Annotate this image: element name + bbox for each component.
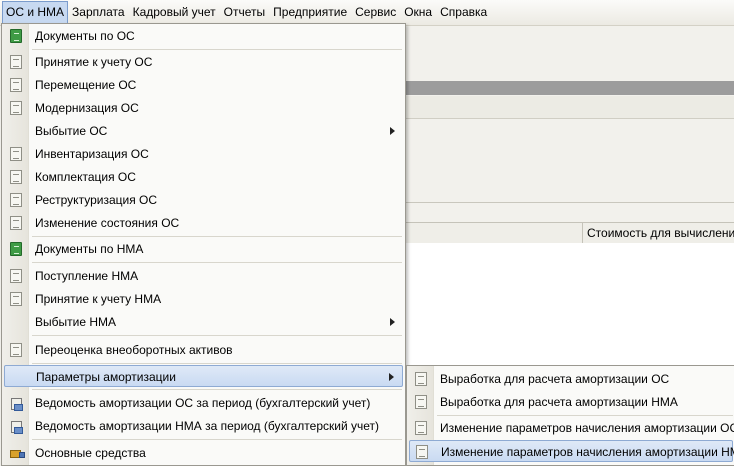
menu-item-nma-documents[interactable]: Документы по НМА (4, 238, 403, 260)
menubar-item-windows[interactable]: Окна (400, 0, 436, 25)
submenu-arrow-icon (390, 127, 395, 135)
menu-item-os-state-change[interactable]: Изменение состояния ОС (4, 212, 403, 234)
menu-item-label: Комплектация ОС (35, 170, 136, 184)
menu-item-os-inventory[interactable]: Инвентаризация ОС (4, 143, 403, 165)
menu-item-os-disposal[interactable]: Выбытие ОС (4, 120, 403, 142)
report-icon (10, 396, 23, 411)
menu-item-label: Ведомость амортизации ОС за период (бухг… (35, 396, 371, 410)
document-icon (10, 292, 22, 306)
menu-item-nma-depreciation-report[interactable]: Ведомость амортизации НМА за период (бух… (4, 415, 403, 437)
document-icon (10, 170, 22, 184)
submenu-item-os-param-change[interactable]: Изменение параметров начисления амортиза… (409, 417, 734, 439)
menu-item-label: Параметры амортизации (36, 370, 176, 384)
menu-item-depreciation-params[interactable]: Параметры амортизации (4, 365, 403, 387)
menu-item-label: Переоценка внеоборотных активов (35, 343, 233, 357)
menu-item-label: Реструктуризация ОС (35, 193, 158, 207)
menu-item-label: Модернизация ОС (35, 101, 139, 115)
menu-item-label: Основные средства (35, 446, 146, 460)
table-header: Стоимость для вычисления а (406, 222, 734, 244)
menu-item-label: Выработка для расчета амортизации ОС (440, 372, 670, 386)
menu-item-os-transfer[interactable]: Перемещение ОС (4, 74, 403, 96)
document-icon (10, 55, 22, 69)
menu-separator (437, 415, 733, 416)
menu-separator (32, 389, 402, 390)
menubar-item-os-nma[interactable]: ОС и НМА (2, 1, 69, 24)
menu-item-label: Выработка для расчета амортизации НМА (440, 395, 678, 409)
menu-item-os-documents[interactable]: Документы по ОС (4, 25, 403, 47)
menu-item-label: Инвентаризация ОС (35, 147, 149, 161)
menu-item-os-acceptance[interactable]: Принятие к учету ОС (4, 51, 403, 73)
menu-item-nma-disposal[interactable]: Выбытие НМА (4, 311, 403, 333)
submenu-arrow-icon (389, 373, 394, 381)
menu-item-label: Изменение состояния ОС (35, 216, 180, 230)
menu-separator (32, 262, 402, 263)
menubar-item-help[interactable]: Справка (436, 0, 491, 25)
document-icon (415, 372, 427, 386)
document-icon (10, 193, 22, 207)
document-icon (10, 78, 22, 92)
document-icon (10, 147, 22, 161)
menu-item-os-modernization[interactable]: Модернизация ОС (4, 97, 403, 119)
table-column-separator (582, 223, 583, 243)
menu-item-label: Документы по ОС (35, 29, 135, 43)
menu-separator (32, 236, 402, 237)
green-book-icon (10, 29, 22, 43)
menu-item-os-assembly[interactable]: Комплектация ОС (4, 166, 403, 188)
menu-item-label: Изменение параметров начисления амортиза… (440, 421, 734, 435)
menubar-item-enterprise[interactable]: Предприятие (269, 0, 351, 25)
menu-item-nma-receipt[interactable]: Поступление НМА (4, 265, 403, 287)
submenu-item-nma-output[interactable]: Выработка для расчета амортизации НМА (409, 391, 733, 413)
depreciation-params-submenu: Выработка для расчета амортизации ОС Выр… (406, 365, 734, 466)
submenu-item-os-output[interactable]: Выработка для расчета амортизации ОС (409, 368, 733, 390)
menubar-item-service[interactable]: Сервис (351, 0, 400, 25)
table-column-header-cost[interactable]: Стоимость для вычисления а (587, 226, 734, 240)
toolbar-band (406, 96, 734, 119)
menubar-item-hr[interactable]: Кадровый учет (129, 0, 220, 25)
menu-item-label: Принятие к учету ОС (35, 55, 153, 69)
submenu-arrow-icon (390, 318, 395, 326)
document-icon (416, 445, 428, 459)
green-book-icon (10, 242, 22, 256)
menu-item-label: Выбытие НМА (35, 315, 116, 329)
menu-item-nma-acceptance[interactable]: Принятие к учету НМА (4, 288, 403, 310)
menu-separator (32, 49, 402, 50)
document-icon (10, 269, 22, 283)
document-icon (10, 216, 22, 230)
report-icon (10, 419, 23, 434)
form-divider (406, 202, 734, 203)
menu-item-label: Изменение параметров начисления амортиза… (441, 445, 734, 459)
menu-separator (32, 335, 402, 336)
menu-item-label: Ведомость амортизации НМА за период (бух… (35, 419, 380, 433)
menu-item-fixed-assets[interactable]: Основные средства (4, 442, 403, 464)
menu-item-label: Принятие к учету НМА (35, 292, 162, 306)
menu-item-label: Документы по НМА (35, 242, 144, 256)
menubar-item-salary[interactable]: Зарплата (68, 0, 129, 25)
document-icon (415, 395, 427, 409)
truck-icon (10, 446, 25, 460)
menu-item-os-restructuring[interactable]: Реструктуризация ОС (4, 189, 403, 211)
menu-item-label: Поступление НМА (35, 269, 139, 283)
menu-item-label: Выбытие ОС (35, 124, 108, 138)
document-icon (10, 343, 22, 357)
menu-item-label: Перемещение ОС (35, 78, 137, 92)
menu-separator (32, 363, 402, 364)
menu-separator (32, 439, 402, 440)
menu-item-revaluation[interactable]: Переоценка внеоборотных активов (4, 339, 403, 361)
menubar-item-reports[interactable]: Отчеты (220, 0, 269, 25)
document-icon (415, 421, 427, 435)
window-title-band (406, 81, 734, 95)
submenu-item-nma-param-change[interactable]: Изменение параметров начисления амортиза… (409, 440, 734, 462)
document-icon (10, 101, 22, 115)
menu-item-os-depreciation-report[interactable]: Ведомость амортизации ОС за период (бухг… (4, 392, 403, 414)
os-nma-dropdown-menu: Документы по ОС Принятие к учету ОС Пере… (1, 23, 406, 466)
